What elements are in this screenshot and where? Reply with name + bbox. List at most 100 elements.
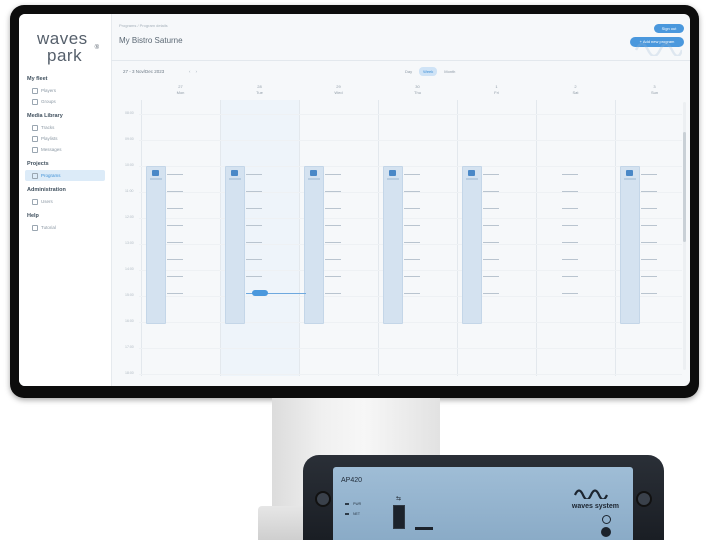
- time-grid-row: [139, 166, 682, 167]
- time-slot-marker: [641, 174, 657, 175]
- nav-section-help: Help: [27, 213, 39, 219]
- day-name: Sun: [650, 90, 659, 95]
- breadcrumb[interactable]: Programs / Program details: [119, 23, 168, 28]
- sidebar-item-label: Players: [41, 88, 57, 93]
- program-badge-icon: [231, 170, 238, 176]
- program-event[interactable]: [225, 166, 245, 324]
- sidebar: waves park ® My fleet Players Groups Med…: [19, 14, 112, 386]
- screw-right: [636, 491, 652, 507]
- wavespark-logo: waves park ®: [37, 30, 99, 64]
- day-header[interactable]: 30 Thu: [378, 82, 457, 100]
- group-icon: [32, 98, 38, 105]
- view-day-button[interactable]: Day: [401, 67, 416, 76]
- time-slot-marker: [246, 276, 262, 277]
- event-subtitle-bar: [624, 178, 636, 180]
- time-slot-marker: [641, 208, 657, 209]
- program-event[interactable]: [383, 166, 403, 324]
- program-event[interactable]: [620, 166, 640, 324]
- time-slot-marker: [562, 276, 578, 277]
- time-slot-marker: [167, 259, 183, 260]
- time-slot-marker: [404, 174, 420, 175]
- time-slot-marker: [404, 208, 420, 209]
- time-slot-marker: [404, 259, 420, 260]
- day-header[interactable]: 29 Wed: [299, 82, 378, 100]
- player-icon: [32, 87, 38, 94]
- day-header[interactable]: 27 Mon: [141, 82, 220, 100]
- time-slot-marker: [641, 191, 657, 192]
- playlist-icon: [32, 135, 38, 142]
- nav-section-media-library: Media Library: [27, 113, 63, 119]
- time-grid-row: [139, 296, 682, 297]
- nav-section-my-fleet: My fleet: [27, 76, 48, 82]
- sidebar-item-programs[interactable]: Programs: [25, 170, 105, 181]
- sidebar-item-label: Tracks: [41, 125, 55, 130]
- sidebar-item-label: Tutorial: [41, 225, 56, 230]
- event-subtitle-bar: [466, 178, 478, 180]
- time-grid-row: [139, 192, 682, 193]
- time-slot-marker: [404, 293, 420, 294]
- day-header[interactable]: 1 Fri: [457, 82, 536, 100]
- time-slot-marker: [325, 276, 341, 277]
- day-header[interactable]: 3 Sun: [615, 82, 690, 100]
- nav-section-projects: Projects: [27, 161, 49, 167]
- time-slot-marker: [404, 225, 420, 226]
- date-nav: ‹›: [189, 69, 202, 74]
- time-grid-row: [139, 348, 682, 349]
- calendar-scrollbar[interactable]: [683, 102, 686, 370]
- sidebar-item-label: Playlists: [41, 136, 58, 141]
- time-slot-marker: [483, 191, 499, 192]
- program-event[interactable]: [146, 166, 166, 324]
- day-column-divider: [536, 100, 537, 376]
- time-label: 13:00: [125, 241, 134, 245]
- program-badge-icon: [468, 170, 475, 176]
- sidebar-item-playlists[interactable]: Playlists: [19, 133, 111, 144]
- time-slot-marker: [325, 259, 341, 260]
- time-slot-marker: [167, 242, 183, 243]
- day-header[interactable]: 2 Sat: [536, 82, 615, 100]
- audio-player-device: AP420 PWR NET ⇆ waves system: [303, 455, 664, 540]
- current-time-marker[interactable]: [252, 290, 268, 296]
- nav-section-administration: Administration: [27, 187, 66, 193]
- device-brand-label: waves system: [571, 503, 619, 510]
- sidebar-item-label: Messages: [41, 147, 62, 152]
- wave-watermark-icon: [634, 42, 682, 56]
- day-column-divider: [615, 100, 616, 376]
- time-grid-row: [139, 218, 682, 219]
- device-front-panel: AP420 PWR NET ⇆ waves system: [333, 467, 633, 540]
- view-week-button[interactable]: Week: [419, 67, 438, 76]
- signout-button[interactable]: Sign out: [654, 24, 684, 33]
- time-slot-marker: [641, 242, 657, 243]
- time-slot-marker: [562, 259, 578, 260]
- time-label: 10:00: [125, 163, 134, 167]
- led-label: NET: [353, 512, 360, 516]
- day-header[interactable]: 28 Tue: [220, 82, 299, 100]
- program-event[interactable]: [304, 166, 324, 324]
- time-slot-marker: [483, 259, 499, 260]
- scroll-thumb[interactable]: [683, 132, 686, 242]
- date-range-label: 27 - 3 Nov/Dec 2023: [123, 69, 165, 74]
- time-grid-row: [139, 114, 682, 115]
- time-slot-marker: [167, 191, 183, 192]
- day-column-divider: [220, 100, 221, 376]
- view-month-button[interactable]: Month: [440, 67, 459, 76]
- time-slot-marker: [246, 174, 262, 175]
- day-column-divider: [299, 100, 300, 376]
- time-slot-marker: [325, 174, 341, 175]
- chevron-right-icon[interactable]: ›: [196, 69, 203, 74]
- sidebar-item-users[interactable]: Users: [19, 196, 111, 207]
- time-slot-marker: [404, 191, 420, 192]
- sidebar-item-messages[interactable]: Messages: [19, 144, 111, 155]
- time-label: 15:00: [125, 293, 134, 297]
- time-slot-marker: [641, 225, 657, 226]
- program-event[interactable]: [462, 166, 482, 324]
- sidebar-item-groups[interactable]: Groups: [19, 96, 111, 107]
- screw-left: [315, 491, 331, 507]
- power-icon: [602, 515, 611, 524]
- sidebar-item-players[interactable]: Players: [19, 85, 111, 96]
- program-badge-icon: [152, 170, 159, 176]
- day-column-divider: [457, 100, 458, 376]
- sidebar-item-tutorial[interactable]: Tutorial: [19, 222, 111, 233]
- sidebar-item-tracks[interactable]: Tracks: [19, 122, 111, 133]
- power-jack: [601, 527, 611, 537]
- sidebar-item-label: Users: [41, 199, 53, 204]
